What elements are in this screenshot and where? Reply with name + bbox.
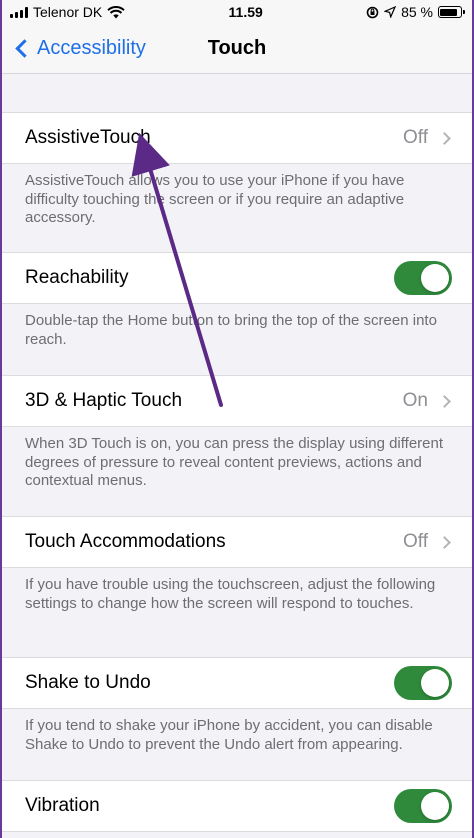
- row-footer: If you have trouble using the touchscree…: [25, 576, 436, 612]
- carrier-label: Telenor DK: [33, 4, 103, 20]
- 3d-haptic-touch-row[interactable]: 3D & Haptic Touch On: [2, 375, 472, 427]
- shake-to-undo-row: Shake to Undo: [2, 657, 472, 709]
- navigation-bar: Accessibility Touch: [2, 24, 472, 74]
- battery-icon: [437, 6, 465, 18]
- battery-fill: [440, 8, 457, 16]
- chevron-right-icon: [438, 131, 451, 145]
- reachability-toggle[interactable]: [394, 261, 452, 295]
- row-footer: When 3D Touch is on, you can press the d…: [25, 435, 444, 489]
- rotation-lock-icon: [366, 6, 379, 18]
- status-bar: Telenor DK 11.59 85 %: [2, 0, 472, 24]
- row-label: 3D & Haptic Touch: [25, 390, 183, 411]
- chevron-left-icon: [15, 39, 34, 58]
- shake-to-undo-toggle[interactable]: [394, 666, 452, 700]
- row-footer: If you tend to shake your iPhone by acci…: [25, 717, 433, 753]
- toggle-knob: [421, 792, 449, 820]
- row-footer: AssistiveTouch allows you to use your iP…: [25, 172, 405, 226]
- chevron-right-icon: [438, 535, 451, 549]
- row-label: Vibration: [25, 795, 100, 816]
- row-value: On: [402, 390, 428, 411]
- row-label: AssistiveTouch: [25, 127, 151, 148]
- assistivetouch-row[interactable]: AssistiveTouch Off: [2, 112, 472, 164]
- clock: 11.59: [228, 4, 263, 20]
- screen: Telenor DK 11.59 85 % Accessibility Touc…: [0, 0, 474, 838]
- row-value: Off: [403, 531, 428, 552]
- toggle-knob: [421, 669, 449, 697]
- back-button[interactable]: Accessibility: [2, 37, 146, 60]
- vibration-toggle[interactable]: [394, 789, 452, 823]
- row-label: Reachability: [25, 267, 129, 288]
- row-footer: Double-tap the Home button to bring the …: [25, 312, 437, 348]
- back-label: Accessibility: [37, 37, 146, 59]
- row-label: Shake to Undo: [25, 672, 151, 693]
- toggle-knob: [421, 264, 449, 292]
- location-icon: [384, 6, 397, 18]
- row-value: Off: [403, 127, 428, 148]
- signal-icon: [10, 6, 28, 18]
- touch-accommodations-row[interactable]: Touch Accommodations Off: [2, 516, 472, 568]
- battery-percent: 85 %: [401, 4, 433, 20]
- wifi-icon: [107, 5, 125, 18]
- row-label: Touch Accommodations: [25, 531, 226, 552]
- vibration-row: Vibration: [2, 780, 472, 832]
- reachability-row: Reachability: [2, 252, 472, 304]
- chevron-right-icon: [438, 394, 451, 408]
